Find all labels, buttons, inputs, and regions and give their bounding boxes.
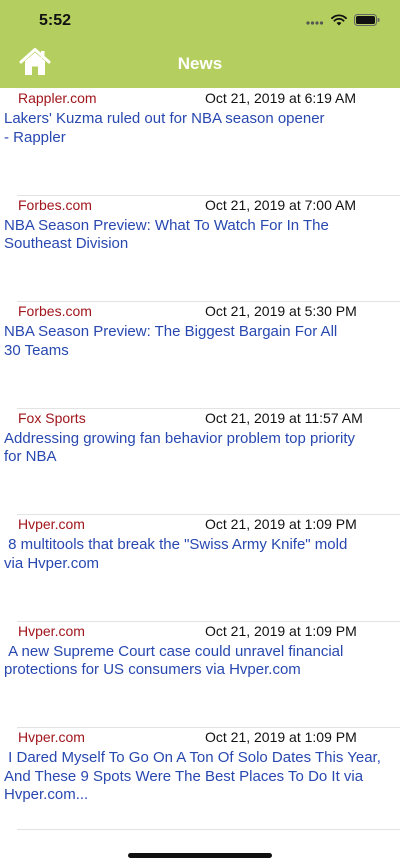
list-item[interactable]: Forbes.com Oct 21, 2019 at 7:00 AM NBA S… bbox=[0, 194, 400, 302]
article-headline[interactable]: NBA Season Preview: The Biggest Bargain … bbox=[4, 323, 396, 360]
article-date: Oct 21, 2019 at 1:09 PM bbox=[205, 622, 357, 639]
article-headline[interactable]: Addressing growing fan behavior problem … bbox=[4, 430, 396, 467]
article-date: Oct 21, 2019 at 5:30 PM bbox=[205, 303, 357, 319]
article-date: Oct 21, 2019 at 1:09 PM bbox=[205, 729, 357, 745]
article-source: Hvper.com bbox=[18, 622, 85, 639]
nav-bar: News bbox=[0, 44, 400, 88]
article-source: Forbes.com bbox=[18, 303, 92, 319]
article-date: Oct 21, 2019 at 11:57 AM bbox=[205, 409, 363, 426]
divider bbox=[17, 727, 400, 728]
article-date: Oct 21, 2019 at 6:19 AM bbox=[205, 90, 356, 106]
home-icon bbox=[19, 47, 51, 82]
divider bbox=[17, 407, 400, 409]
page-title: News bbox=[177, 54, 223, 73]
article-source: Forbes.com bbox=[18, 196, 92, 213]
article-headline[interactable]: 8 multitools that break the "Swiss Army … bbox=[4, 536, 396, 573]
list-item[interactable]: Hvper.com Oct 21, 2019 at 1:09 PM A new … bbox=[0, 620, 400, 728]
battery-icon bbox=[354, 13, 380, 31]
divider bbox=[17, 194, 400, 196]
status-time: 5:52 bbox=[39, 12, 72, 29]
list-item[interactable]: Hvper.com Oct 21, 2019 at 1:09 PM 8 mult… bbox=[0, 514, 400, 621]
home-indicator[interactable] bbox=[128, 853, 272, 858]
article-source: Fox Sports bbox=[18, 409, 86, 426]
app-header: 5:52 News bbox=[0, 0, 400, 88]
list-item[interactable]: Fox Sports Oct 21, 2019 at 11:57 AM Addr… bbox=[0, 407, 400, 515]
list-item[interactable]: Rappler.com Oct 21, 2019 at 6:19 AM Lake… bbox=[0, 88, 400, 195]
article-date: Oct 21, 2019 at 1:09 PM bbox=[205, 516, 357, 532]
article-headline[interactable]: A new Supreme Court case could unravel f… bbox=[4, 643, 396, 680]
news-list: Rappler.com Oct 21, 2019 at 6:19 AM Lake… bbox=[0, 88, 400, 834]
divider bbox=[17, 301, 400, 302]
article-source: Rappler.com bbox=[18, 90, 97, 106]
article-source: Hvper.com bbox=[18, 729, 85, 745]
article-headline[interactable]: NBA Season Preview: What To Watch For In… bbox=[4, 217, 396, 254]
divider bbox=[17, 514, 400, 515]
divider bbox=[17, 620, 400, 622]
article-headline[interactable]: I Dared Myself To Go On A Ton Of Solo Da… bbox=[4, 749, 396, 805]
article-headline[interactable]: Lakers' Kuzma ruled out for NBA season o… bbox=[4, 110, 396, 147]
signal-dots-icon bbox=[306, 13, 324, 31]
article-date: Oct 21, 2019 at 7:00 AM bbox=[205, 196, 356, 213]
list-item[interactable]: Forbes.com Oct 21, 2019 at 5:30 PM NBA S… bbox=[0, 301, 400, 408]
status-icons bbox=[306, 13, 380, 31]
list-item[interactable]: Hvper.com Oct 21, 2019 at 1:09 PM I Dare… bbox=[0, 727, 400, 834]
article-source: Hvper.com bbox=[18, 516, 85, 532]
wifi-icon bbox=[331, 13, 347, 31]
divider bbox=[17, 829, 400, 830]
status-bar: 5:52 bbox=[0, 0, 400, 44]
home-button[interactable] bbox=[18, 47, 52, 81]
